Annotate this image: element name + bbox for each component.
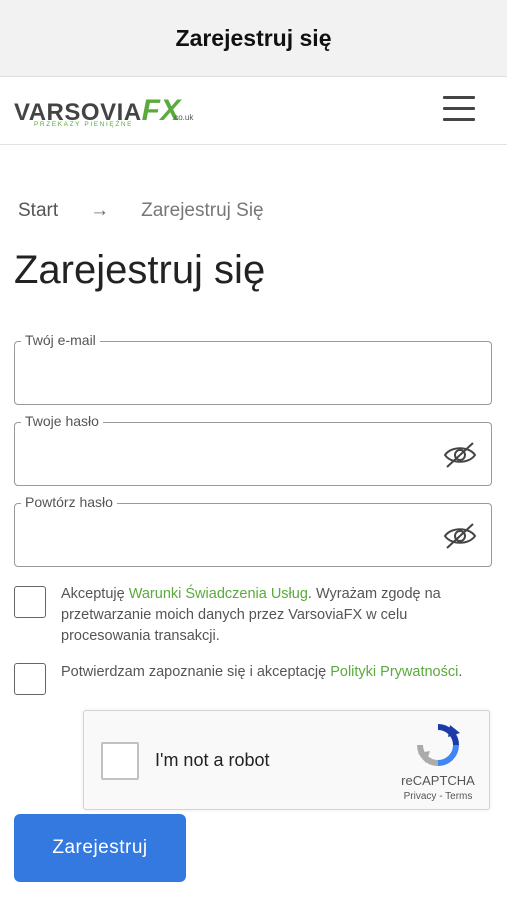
recaptcha-logo-icon	[417, 724, 460, 766]
menu-bar	[443, 96, 475, 99]
recaptcha-label: I'm not a robot	[155, 750, 270, 770]
terms-checkbox[interactable]	[14, 586, 46, 618]
recaptcha-checkbox[interactable]	[101, 742, 139, 780]
arrow-right-icon: →	[90, 200, 110, 221]
email-input[interactable]	[25, 352, 429, 396]
privacy-consent-text: Potwierdzam zapoznanie się i akceptację …	[61, 662, 481, 683]
recaptcha-terms: Privacy - Terms	[390, 791, 486, 802]
breadcrumb-current: Zarejestruj Się	[141, 200, 264, 221]
terms-consent-text: Akceptuję Warunki Świadczenia Usług. Wyr…	[61, 584, 481, 647]
eye-slash-icon[interactable]	[443, 441, 477, 469]
recaptcha-brand: reCAPTCHA	[401, 773, 475, 788]
password-repeat-input[interactable]	[25, 514, 429, 558]
breadcrumb-home-link[interactable]: Start	[18, 200, 58, 222]
menu-bar	[443, 118, 475, 121]
privacy-prefix: Potwierdzam zapoznanie się i akceptację	[61, 664, 331, 680]
eye-slash-icon[interactable]	[443, 522, 477, 550]
logo-tagline: PRZEKAZY PIENIĘŻNE	[34, 121, 134, 128]
site-header: VARSOVIAFX .co.uk PRZEKAZY PIENIĘŻNE	[0, 77, 507, 145]
password-input[interactable]	[25, 433, 429, 477]
hamburger-menu-icon[interactable]	[443, 96, 475, 124]
recaptcha-widget: I'm not a robot reCAPTCHA Privacy - Term…	[83, 710, 490, 810]
app-title: Zarejestruj się	[175, 24, 332, 51]
privacy-suffix: .	[458, 664, 463, 680]
page-title: Zarejestruj się	[14, 248, 266, 292]
breadcrumb: Start → Zarejestruj Się	[18, 200, 264, 222]
password-repeat-field: Powtórz hasło	[14, 494, 492, 567]
terms-prefix: Akceptuję	[61, 586, 129, 602]
menu-bar	[443, 107, 475, 110]
password-repeat-label: Powtórz hasło	[21, 494, 117, 510]
app-titlebar: Zarejestruj się	[0, 0, 507, 77]
logo-tld: .co.uk	[172, 113, 194, 122]
privacy-policy-link[interactable]: Polityki Prywatności	[330, 664, 458, 680]
recaptcha-privacy-link[interactable]: Privacy	[404, 791, 437, 802]
email-field: Twój e-mail	[14, 332, 492, 405]
recaptcha-terms-link[interactable]: Terms	[445, 791, 472, 802]
email-label: Twój e-mail	[21, 332, 100, 348]
recaptcha-dash: -	[436, 791, 446, 802]
terms-link[interactable]: Warunki Świadczenia Usług	[129, 586, 308, 602]
password-field: Twoje hasło	[14, 413, 492, 486]
varsoviafx-logo[interactable]: VARSOVIAFX .co.uk PRZEKAZY PIENIĘŻNE	[14, 90, 193, 130]
password-label: Twoje hasło	[21, 413, 103, 429]
privacy-checkbox[interactable]	[14, 663, 46, 695]
register-button[interactable]: Zarejestruj	[14, 814, 186, 882]
logo-fx: FX	[141, 94, 181, 127]
